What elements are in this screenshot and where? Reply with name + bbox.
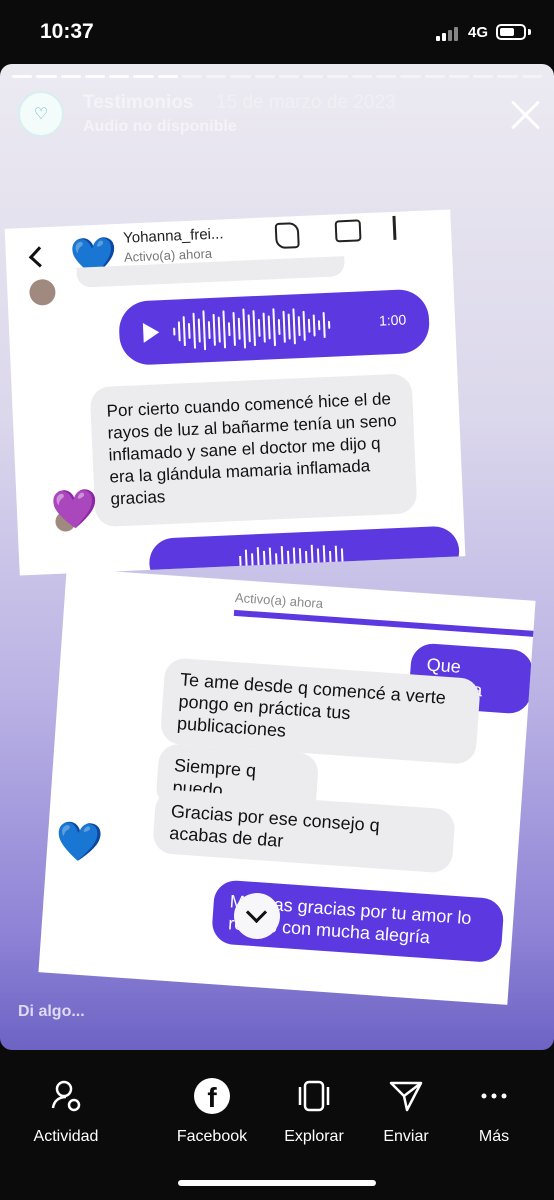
chat-screenshot-1: Yohanna_frei... Activo(a) ahora 💙 1:00 P… <box>4 209 466 576</box>
account-name[interactable]: Testimonios <box>83 92 194 114</box>
audio-status: Audio no disponible <box>83 118 237 135</box>
more-icon <box>481 1093 507 1099</box>
explore-icon <box>298 1080 330 1112</box>
nav-more[interactable]: Más <box>444 1062 544 1162</box>
network-type: 4G <box>468 24 489 41</box>
voice-message: 1:00 <box>117 288 431 366</box>
story-progress <box>12 75 542 78</box>
nav-facebook[interactable]: f Facebook <box>162 1062 262 1162</box>
back-icon <box>28 246 50 268</box>
nav-label: Actividad <box>33 1128 99 1145</box>
voice-duration: 1:00 <box>378 311 407 329</box>
nav-label: Facebook <box>176 1128 248 1145</box>
flag-icon <box>392 215 397 240</box>
nav-label: Más <box>478 1128 510 1145</box>
battery-icon <box>496 24 526 40</box>
home-indicator <box>178 1180 376 1186</box>
message-bubble: Por cierto cuando comencé hice el de ray… <box>89 373 418 528</box>
nav-label: Explorar <box>284 1128 344 1145</box>
cropped-voice-message <box>233 609 536 639</box>
their-message: Gracias por ese consejo q acabas de dar <box>152 788 456 874</box>
nav-activity[interactable]: Actividad <box>16 1062 116 1162</box>
chevron-down-icon[interactable] <box>234 893 280 939</box>
purple-heart-icon: 💜 <box>50 488 100 533</box>
message-text: Por cierto cuando comencé hice el de ray… <box>106 389 397 509</box>
nav-explore[interactable]: Explorar <box>264 1062 364 1162</box>
facebook-icon: f <box>194 1078 230 1114</box>
close-icon[interactable] <box>508 98 542 132</box>
play-icon <box>142 322 160 343</box>
reply-input[interactable]: Di algo... <box>18 1003 85 1021</box>
waveform <box>239 542 344 575</box>
story-date: 15 de marzo de 2023 <box>216 92 396 113</box>
activity-icon <box>51 1080 81 1112</box>
waveform <box>172 303 331 354</box>
video-icon <box>334 219 362 243</box>
send-icon <box>389 1081 423 1112</box>
chat-contact-name: Yohanna_frei... <box>122 225 224 247</box>
blue-heart-icon: 💙 <box>54 820 105 866</box>
story-viewer[interactable]: ♡ Testimonios 15 de marzo de 2023 Audio … <box>0 64 554 1050</box>
chat-screenshot-2: Activo(a) ahora Que belleza Te ame desde… <box>38 568 536 1005</box>
heart-logo-icon: ♡ <box>33 106 49 123</box>
battery-tip <box>528 29 531 35</box>
nav-label: Enviar <box>383 1128 429 1145</box>
voice-message <box>148 525 461 576</box>
account-avatar[interactable]: ♡ <box>18 91 64 137</box>
status-time: 10:37 <box>40 20 94 43</box>
phone-icon <box>274 222 300 250</box>
signal-icon <box>436 27 462 41</box>
status-bar: 10:37 4G <box>0 0 554 64</box>
nav-send[interactable]: Enviar <box>356 1062 456 1162</box>
contact-avatar <box>28 278 57 306</box>
chat-active-status: Activo(a) ahora <box>234 589 324 612</box>
bottom-nav: Actividad f Facebook Explorar Enviar Más <box>0 1062 554 1172</box>
